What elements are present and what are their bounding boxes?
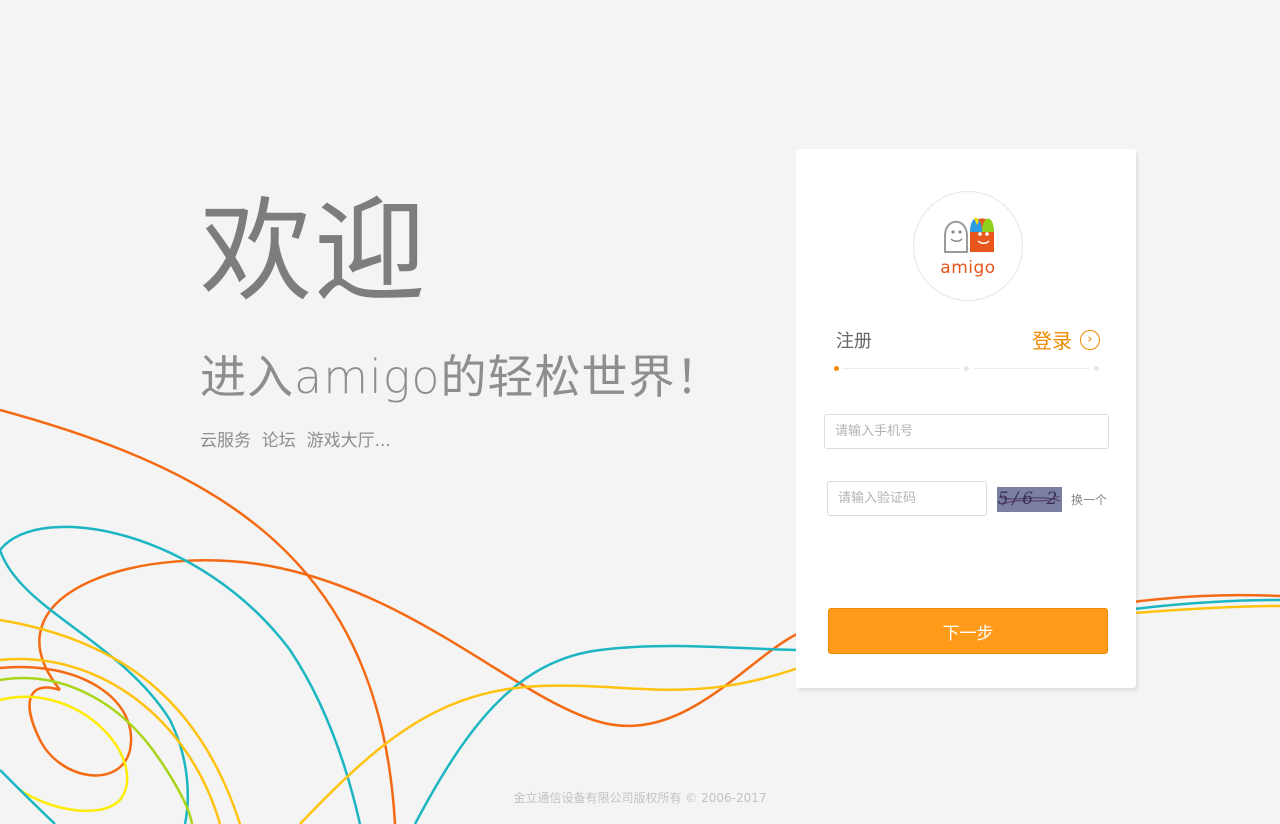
register-card: amigo 注册 登录 › 5/6 2 换一个 下一步 bbox=[796, 149, 1136, 688]
tab-login-label: 登录 bbox=[1032, 329, 1072, 353]
hero-services: 云服务 论坛 游戏大厅... bbox=[200, 431, 391, 451]
step-dot-3 bbox=[1094, 366, 1099, 371]
amigo-mascot-icon bbox=[944, 217, 994, 253]
step-indicator bbox=[834, 365, 1100, 371]
captcha-image[interactable]: 5/6 2 bbox=[997, 487, 1062, 512]
hero-subtitle: 进入amigo的轻松世界！ bbox=[200, 350, 723, 404]
captcha-refresh-link[interactable]: 换一个 bbox=[1071, 491, 1107, 508]
phone-input[interactable] bbox=[824, 414, 1109, 449]
captcha-text: 5/6 2 bbox=[997, 489, 1062, 509]
step-dot-2 bbox=[964, 366, 969, 371]
step-line-2 bbox=[973, 368, 1089, 369]
chevron-right-circle-icon: › bbox=[1080, 329, 1100, 350]
tab-register[interactable]: 注册 bbox=[836, 327, 872, 353]
footer-copyright: 金立通信设备有限公司版权所有 © 2006-2017 bbox=[513, 791, 767, 805]
logo-wordmark: amigo bbox=[940, 258, 996, 278]
step-line-1 bbox=[842, 368, 960, 369]
next-step-button[interactable]: 下一步 bbox=[828, 608, 1108, 654]
amigo-logo: amigo bbox=[913, 191, 1023, 301]
hero-title: 欢迎 bbox=[200, 187, 428, 317]
tab-login[interactable]: 登录 › bbox=[1032, 325, 1100, 354]
verification-code-input[interactable] bbox=[827, 481, 987, 516]
step-dot-1 bbox=[834, 366, 839, 371]
